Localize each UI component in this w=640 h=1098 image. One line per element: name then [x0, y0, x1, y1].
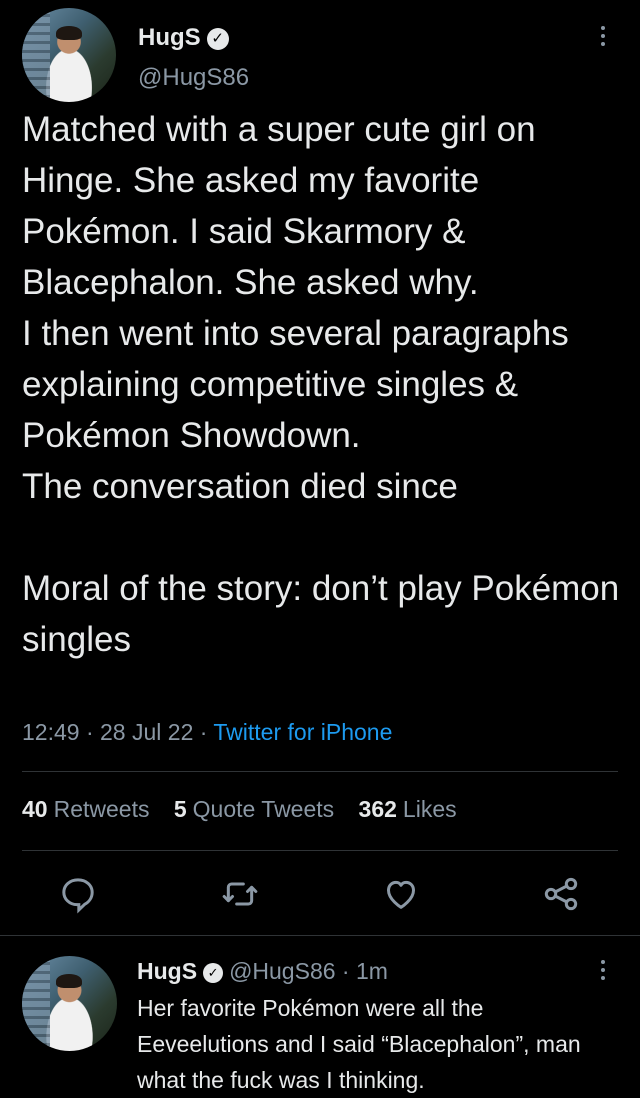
reply-more-options-icon[interactable]	[600, 960, 606, 984]
divider	[22, 850, 618, 851]
retweets-label: Retweets	[53, 796, 150, 822]
author-display-name: HugS	[138, 24, 201, 51]
author-name[interactable]: HugS ✓	[138, 24, 229, 52]
author-handle[interactable]: @HugS86	[138, 64, 249, 92]
reply-text: Her favorite Pokémon were all the Eeveel…	[137, 995, 581, 1093]
meta-separator: ·	[199, 719, 214, 745]
retweets-count: 40	[22, 796, 48, 822]
share-icon[interactable]	[541, 874, 581, 914]
divider	[0, 935, 640, 936]
divider	[22, 771, 618, 772]
tweet-meta: 12:49 · 28 Jul 22 · Twitter for iPhone	[22, 719, 392, 746]
reply-separator: ·	[335, 958, 356, 984]
meta-separator: ·	[85, 719, 101, 745]
reply-age[interactable]: 1m	[356, 958, 388, 984]
tweet-text: Matched with a super cute girl on Hinge.…	[22, 110, 620, 659]
quotes-count: 5	[173, 796, 187, 822]
more-options-icon[interactable]	[600, 26, 606, 50]
tweet-source-link[interactable]: Twitter for iPhone	[213, 719, 392, 745]
retweet-icon[interactable]	[220, 874, 260, 914]
action-bar	[0, 860, 640, 930]
likes-stat[interactable]: 362 Likes	[359, 796, 457, 822]
tweet-time[interactable]: 12:49	[22, 719, 80, 745]
tweet-stats: 40 Retweets 5 Quote Tweets 362 Likes	[22, 796, 475, 823]
author-avatar[interactable]	[22, 8, 116, 102]
tweet-date[interactable]: 28 Jul 22	[100, 719, 193, 745]
reply-icon[interactable]	[58, 874, 98, 914]
likes-label: Likes	[402, 796, 457, 822]
quotes-stat[interactable]: 5 Quote Tweets	[174, 796, 334, 822]
reply-author-avatar[interactable]	[22, 956, 117, 1051]
verified-badge-icon: ✓	[203, 962, 224, 983]
reply-header: HugS ✓ @HugS86 · 1m	[137, 958, 388, 985]
reply-author-handle[interactable]: @HugS86	[229, 958, 335, 984]
likes-count: 362	[358, 796, 397, 822]
verified-badge-icon: ✓	[206, 27, 229, 50]
retweets-stat[interactable]: 40 Retweets	[22, 796, 149, 822]
like-icon[interactable]	[381, 874, 421, 914]
reply-author-name[interactable]: HugS	[137, 958, 197, 984]
quotes-label: Quote Tweets	[192, 796, 335, 822]
